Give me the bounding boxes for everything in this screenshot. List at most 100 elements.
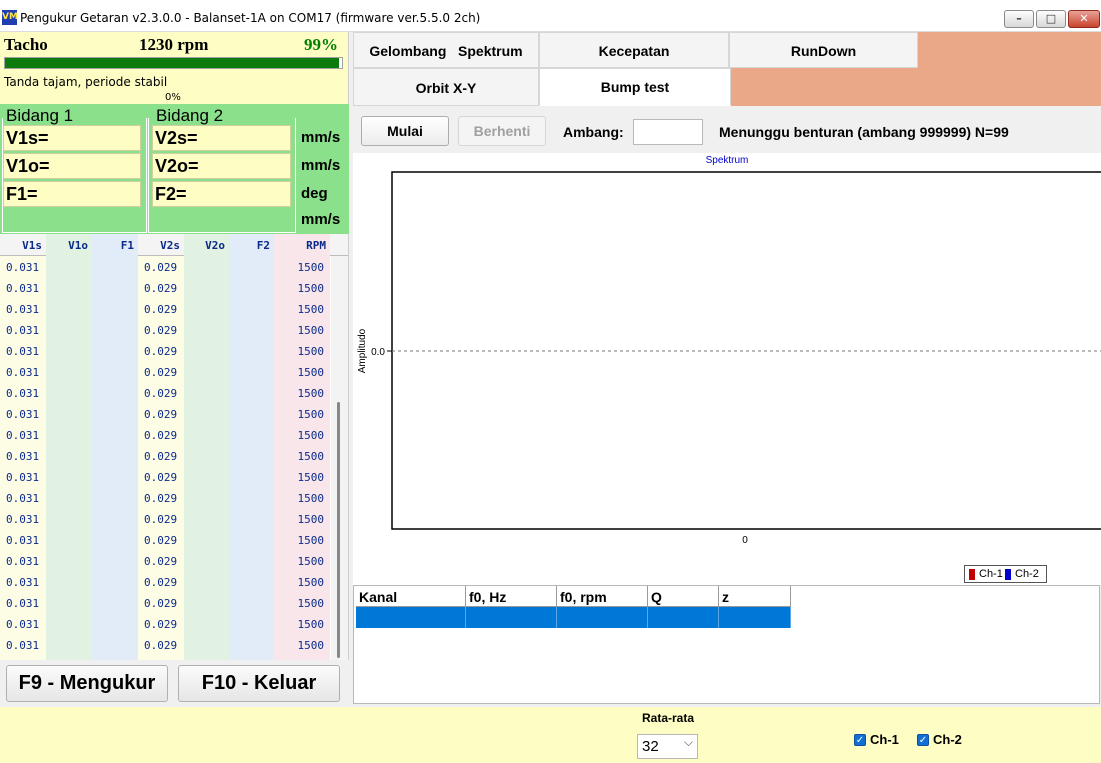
table-cell [46, 298, 92, 319]
exit-button[interactable]: F10 - Keluar [178, 665, 340, 702]
table-cell [229, 613, 274, 634]
table-cell: 1500 [297, 576, 325, 589]
threshold-input[interactable] [633, 119, 703, 145]
column-header[interactable]: F1 [92, 234, 138, 256]
tab-orbit[interactable]: Orbit X-Y [353, 68, 539, 106]
table-row[interactable]: 0.031 0.029 1500 [0, 445, 330, 466]
column-header[interactable]: V1o [46, 234, 92, 256]
tacho-rpm-value: 1230 rpm [139, 35, 209, 54]
results-header[interactable]: Q [648, 586, 719, 607]
table-cell: 0.031 [6, 618, 40, 631]
table-row[interactable]: 0.031 0.029 1500 [0, 340, 330, 361]
table-row[interactable]: 0.031 0.029 1500 [0, 634, 330, 655]
table-row[interactable]: 0.031 0.029 1500 [0, 403, 330, 424]
tab-spectrum[interactable]: Spektrum [458, 43, 523, 59]
table-cell [229, 487, 274, 508]
table-row[interactable]: 0.031 0.029 1500 [0, 424, 330, 445]
chevron-down-icon: ⌵ [683, 735, 693, 749]
ch1-label[interactable]: Ch-1 [870, 732, 899, 747]
table-row[interactable]: 0.031 0.029 1500 [0, 613, 330, 634]
table-cell [229, 592, 274, 613]
close-button[interactable]: ✕ [1068, 10, 1100, 28]
table-cell: 0.031 [6, 282, 40, 295]
table-cell: 0.029 [144, 471, 178, 484]
table-row[interactable]: 0.031 0.029 1500 [0, 466, 330, 487]
table-cell [184, 319, 229, 340]
bump-status-text: Menunggu benturan (ambang 999999) N=99 [719, 124, 1009, 140]
table-row[interactable]: 0.031 0.029 1500 [0, 319, 330, 340]
table-cell [46, 508, 92, 529]
table-cell [184, 424, 229, 445]
table-row[interactable]: 0.031 0.029 1500 [0, 592, 330, 613]
tab-waveform[interactable]: Gelombang [369, 43, 446, 59]
average-select[interactable]: 32 ⌵ [637, 734, 698, 759]
tab-velocity[interactable]: Kecepatan [539, 32, 729, 68]
unit-label: mm/s [301, 157, 341, 174]
column-header[interactable]: V2s [138, 234, 184, 256]
tab-bump-test[interactable]: Bump test [539, 68, 731, 106]
average-label: Rata-rata [642, 711, 695, 725]
tab-rundown[interactable]: RunDown [729, 32, 918, 68]
maximize-button[interactable]: □ [1036, 10, 1066, 28]
table-cell: 0.029 [144, 324, 178, 337]
table-row[interactable]: 0.031 0.029 1500 [0, 382, 330, 403]
table-cell [92, 487, 138, 508]
column-header[interactable]: F2 [229, 234, 274, 256]
table-row[interactable]: 0.031 0.029 1500 [0, 550, 330, 571]
results-grid: Kanal f0, Hz f0, rpm Q z [353, 585, 1100, 704]
table-row[interactable]: 0.031 0.029 1500 [0, 298, 330, 319]
results-header[interactable]: f0, Hz [466, 586, 557, 607]
ch2-label[interactable]: Ch-2 [933, 732, 962, 747]
table-cell [46, 319, 92, 340]
table-cell [184, 529, 229, 550]
start-button[interactable]: Mulai [361, 116, 449, 146]
tab-strip-filler [731, 68, 1101, 106]
table-scrollbar-thumb[interactable] [337, 402, 340, 658]
table-cell [46, 634, 92, 655]
table-cell: 0.031 [6, 450, 40, 463]
results-cell [557, 607, 648, 628]
ch1-checkbox[interactable]: ✓ [854, 734, 866, 746]
table-scrollbar[interactable] [331, 256, 348, 660]
tab-strip-filler [918, 32, 1101, 68]
table-cell [46, 571, 92, 592]
table-row[interactable]: 0.031 0.029 1500 [0, 571, 330, 592]
table-row[interactable]: 0.031 0.029 1500 [0, 256, 330, 277]
v2o-field: V2o= [152, 153, 291, 179]
table-cell: 0.031 [6, 345, 40, 358]
table-cell: 0.029 [144, 513, 178, 526]
results-header[interactable]: f0, rpm [557, 586, 648, 607]
results-row-selected[interactable] [356, 607, 791, 628]
minimize-button[interactable]: – [1004, 10, 1034, 28]
table-row[interactable]: 0.031 0.029 1500 [0, 361, 330, 382]
table-cell [46, 361, 92, 382]
column-header[interactable]: V2o [184, 234, 229, 256]
results-header[interactable]: Kanal [356, 586, 466, 607]
table-cell [184, 550, 229, 571]
results-header[interactable]: z [719, 586, 791, 607]
table-row[interactable]: 0.031 0.029 1500 [0, 508, 330, 529]
tacho-status-text: Tanda tajam, periode stabil [4, 75, 168, 89]
table-cell: 1500 [297, 366, 325, 379]
table-cell: 0.029 [144, 492, 178, 505]
table-cell: 0.029 [144, 387, 178, 400]
table-cell: 1500 [297, 408, 325, 421]
measurements-table: V1s V1o F1 V2s V2o F2 RPM 0.031 0.029 1500… [0, 234, 349, 660]
column-header[interactable]: V1s [0, 234, 46, 256]
table-row[interactable]: 0.031 0.029 1500 [0, 277, 330, 298]
table-cell [184, 592, 229, 613]
stop-button[interactable]: Berhenti [458, 116, 546, 146]
table-row[interactable]: 0.031 0.029 1500 [0, 529, 330, 550]
ch2-checkbox[interactable]: ✓ [917, 734, 929, 746]
table-row[interactable]: 0.031 0.029 1500 [0, 487, 330, 508]
table-cell: 1500 [297, 471, 325, 484]
tab-waveform-spectrum[interactable]: Gelombang Spektrum [353, 32, 539, 68]
table-cell [184, 298, 229, 319]
unit-label: mm/s [301, 129, 341, 146]
table-cell: 0.029 [144, 618, 178, 631]
table-cell [92, 466, 138, 487]
measure-button[interactable]: F9 - Mengukur [6, 665, 168, 702]
column-header[interactable]: RPM [274, 234, 330, 256]
average-value: 32 [642, 738, 659, 755]
table-cell [46, 340, 92, 361]
